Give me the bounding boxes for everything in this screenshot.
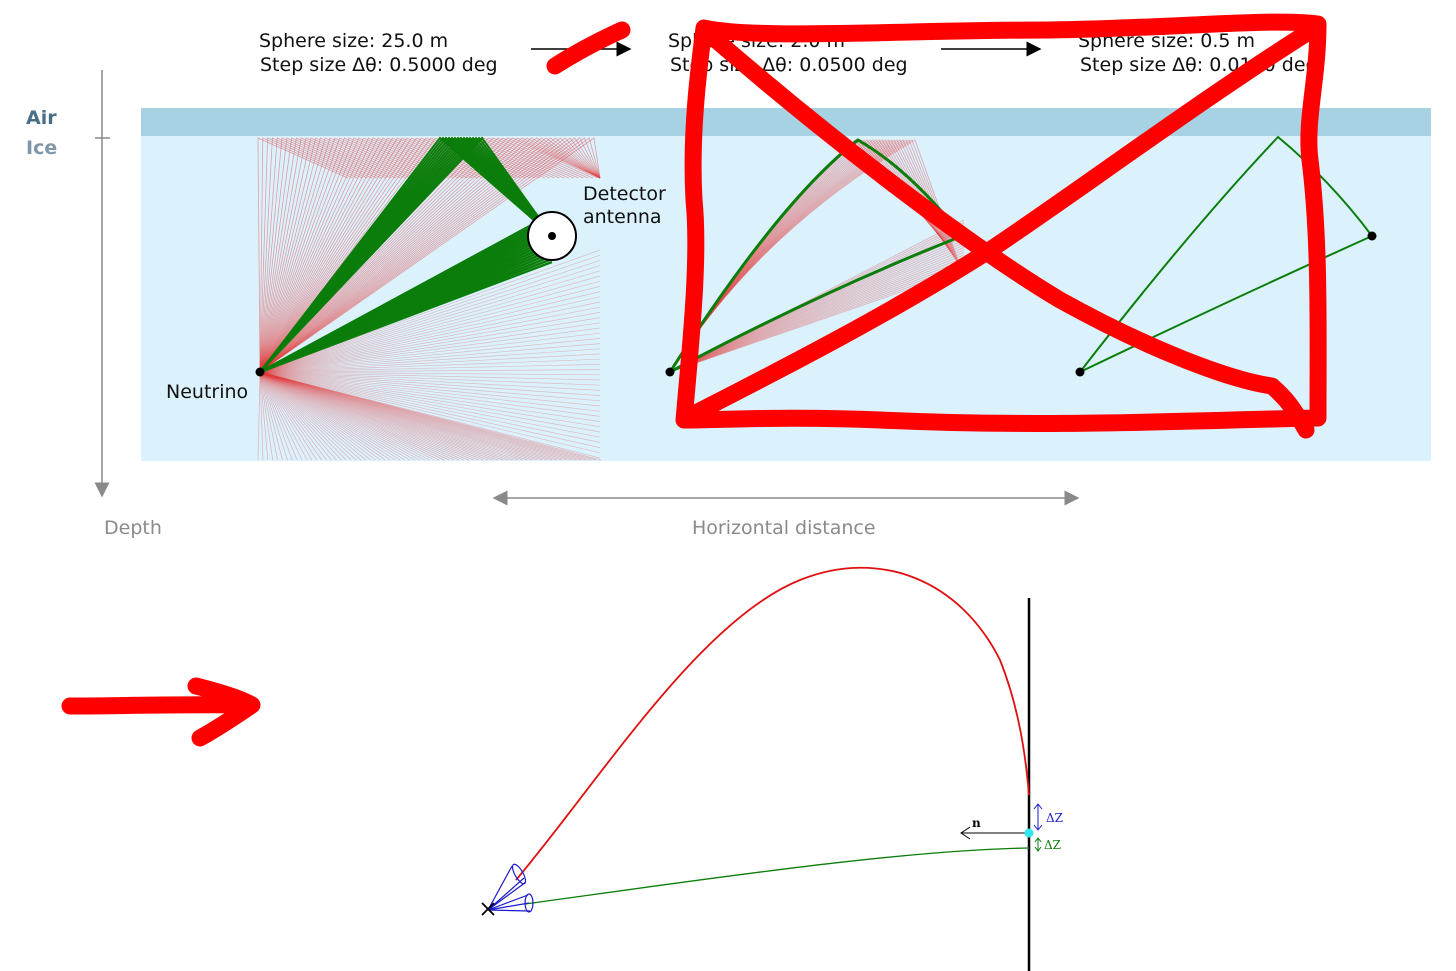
detector-dot-3 <box>1367 231 1377 241</box>
depth-label: Depth <box>104 517 162 539</box>
horizontal-label: Horizontal distance <box>692 517 876 539</box>
neutrino-vertex-1 <box>255 367 265 377</box>
emission-cones <box>487 863 534 913</box>
delta-z-blue-marker <box>1033 803 1043 831</box>
neutrino-vertex-3 <box>1075 367 1085 377</box>
ray-green-direct <box>524 847 1030 905</box>
delta-z-green-label: ΔZ <box>1044 838 1061 852</box>
antenna-marker <box>1024 828 1034 838</box>
delta-z-blue-label: ΔZ <box>1046 811 1063 825</box>
neutrino-label: Neutrino <box>166 381 248 403</box>
arrow-right-icon <box>61 677 261 747</box>
ice-label: Ice <box>26 137 57 159</box>
step1-sphere-label: Sphere size: 25.0 m <box>259 30 448 52</box>
delta-z-green-marker <box>1034 837 1042 852</box>
normal-label: n <box>972 816 981 830</box>
air-layer <box>141 108 1431 136</box>
detector-label-line1: Detector <box>583 183 666 205</box>
neutrino-vertex-2 <box>665 367 675 377</box>
step1-step-label: Step size Δθ: 0.5000 deg <box>260 54 498 76</box>
air-label: Air <box>26 107 57 129</box>
ray-tracing-figure: Air Ice Depth Horizontal distance Sphere… <box>26 13 1431 971</box>
ray-red-refracted <box>515 566 1030 881</box>
detector-label-line2: antenna <box>583 206 662 228</box>
detector-antenna-dot <box>548 232 556 240</box>
